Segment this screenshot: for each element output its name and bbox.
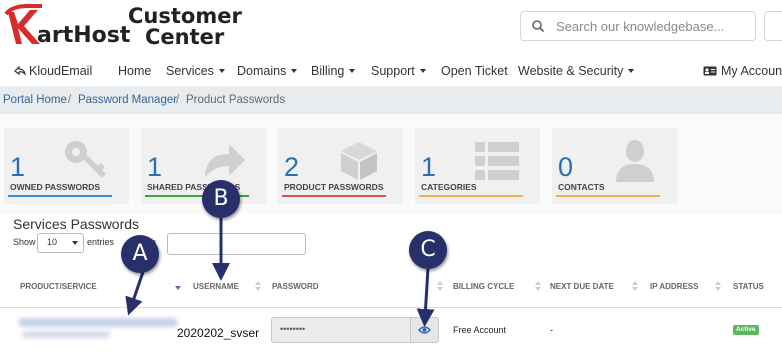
callout-a: A: [121, 235, 159, 273]
arrow-a: [125, 271, 145, 316]
annotation-arrows: [125, 217, 435, 327]
callout-c: C: [409, 231, 447, 269]
arrow-c: [416, 267, 435, 327]
callout-b: B: [202, 180, 240, 218]
